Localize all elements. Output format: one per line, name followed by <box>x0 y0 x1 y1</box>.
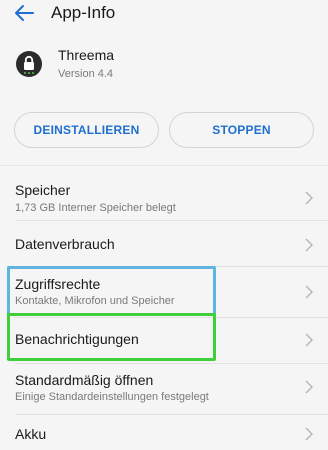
highlight-box-permissions <box>7 266 216 316</box>
stop-button[interactable]: STOPPEN <box>169 112 314 148</box>
settings-item-battery[interactable]: Akku <box>0 415 328 450</box>
app-version: Version 4.4 <box>58 68 114 80</box>
settings-item-subtitle: 1,73 GB Interner Speicher belegt <box>15 202 176 214</box>
chevron-right-icon <box>305 238 313 252</box>
settings-item-open-by-default[interactable]: Standardmäßig öffnen Einige Standardeins… <box>0 364 328 414</box>
app-summary: Threema Version 4.4 <box>0 42 328 88</box>
app-name: Threema <box>58 47 115 63</box>
chevron-right-icon <box>305 285 313 299</box>
page-title: App-Info <box>51 3 116 22</box>
chevron-right-icon <box>305 191 313 205</box>
app-bar: App-Info <box>0 0 328 28</box>
settings-item-title: Akku <box>15 426 47 442</box>
settings-item-title: Standardmäßig öffnen <box>15 372 154 388</box>
settings-item-subtitle: Einige Standardeinstellungen festgelegt <box>15 391 209 403</box>
settings-item-title: Datenverbrauch <box>15 236 115 252</box>
settings-item-title: Speicher <box>15 182 71 198</box>
uninstall-button[interactable]: DEINSTALLIEREN <box>14 112 159 148</box>
chevron-right-icon <box>305 333 313 347</box>
back-button[interactable] <box>12 2 36 24</box>
settings-item-data-usage[interactable]: Datenverbrauch <box>0 221 328 266</box>
threema-lock-icon <box>16 51 42 77</box>
settings-item-storage[interactable]: Speicher 1,73 GB Interner Speicher beleg… <box>0 170 328 220</box>
highlight-box-notifications <box>7 313 216 361</box>
chevron-right-icon <box>305 427 313 441</box>
chevron-right-icon <box>305 380 313 394</box>
arrow-left-icon <box>15 5 34 21</box>
section-divider <box>0 165 328 166</box>
